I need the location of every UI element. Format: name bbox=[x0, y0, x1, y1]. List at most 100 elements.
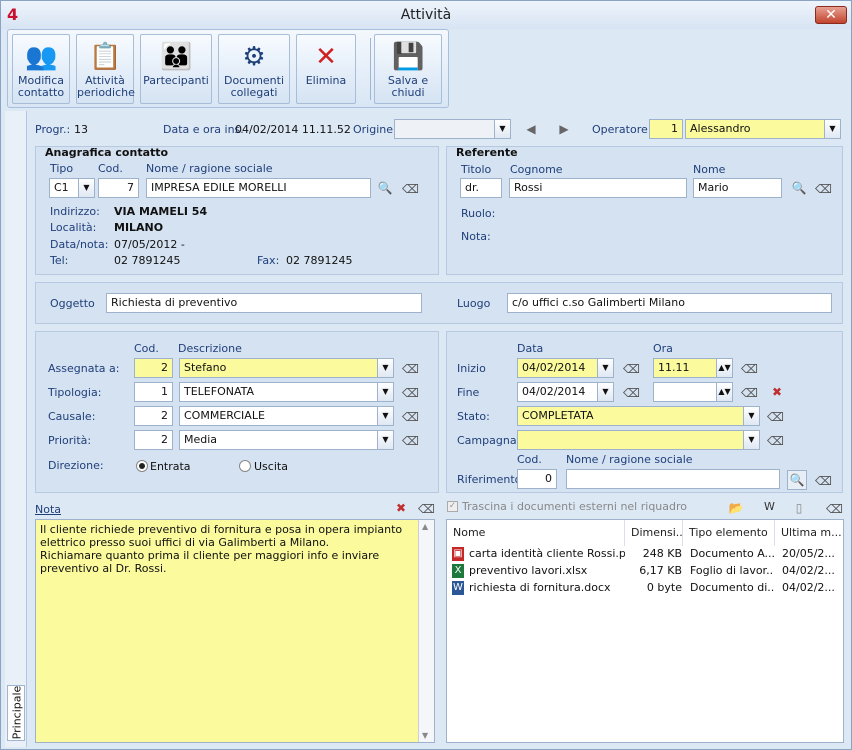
search-icon[interactable]: 🔍 bbox=[377, 180, 393, 196]
datanota-label: Data/nota: bbox=[50, 238, 109, 251]
origine-select[interactable]: ▼ bbox=[394, 119, 511, 139]
save-disk-icon: 💾 bbox=[392, 42, 425, 72]
cod-field[interactable]: 7 bbox=[98, 178, 139, 198]
document-icon[interactable]: ▯ bbox=[791, 500, 807, 516]
assegnata-code-field[interactable]: 2 bbox=[134, 358, 173, 378]
eraser-icon[interactable]: ⌫ bbox=[826, 502, 843, 516]
cognome-header: Cognome bbox=[510, 163, 563, 176]
inizio-data-field[interactable]: 04/02/2014 ▼ bbox=[517, 358, 614, 378]
tipologia-select[interactable]: TELEFONATA ▼ bbox=[179, 382, 394, 402]
titolo-field[interactable]: dr. bbox=[460, 178, 502, 198]
chevron-down-icon: ▼ bbox=[494, 120, 510, 138]
referente-title: Referente bbox=[456, 146, 518, 159]
eraser-icon[interactable]: ⌫ bbox=[418, 502, 435, 516]
oggetto-label: Oggetto bbox=[50, 297, 95, 310]
contact-icon: 👥 bbox=[25, 42, 58, 72]
riferimento-label: Riferimento bbox=[457, 473, 522, 486]
folder-icon[interactable]: 📂 bbox=[728, 500, 744, 516]
eraser-icon[interactable]: ⌫ bbox=[815, 474, 832, 488]
file-name: carta identità cliente Rossi.pdf bbox=[469, 547, 625, 560]
salva-chiudi-button[interactable]: 💾 Salva e chiudi bbox=[374, 34, 442, 104]
attivita-periodiche-button[interactable]: 📋 Attività periodiche bbox=[76, 34, 135, 104]
chevron-down-icon: ▼ bbox=[597, 383, 613, 401]
close-button[interactable]: ✕ bbox=[815, 6, 847, 24]
tipologia-code-field[interactable]: 1 bbox=[134, 382, 173, 402]
arrow-forward-icon[interactable]: ▶ bbox=[556, 121, 572, 137]
stato-select[interactable]: COMPLETATA ▼ bbox=[517, 406, 760, 426]
inizio-ora-field[interactable]: 11.11 ▲▼ bbox=[653, 358, 733, 378]
nota-textarea[interactable]: Il cliente richiede preventivo di fornit… bbox=[35, 519, 435, 743]
file-name: preventivo lavori.xlsx bbox=[469, 564, 588, 577]
eraser-icon[interactable]: ⌫ bbox=[402, 182, 419, 196]
eraser-icon[interactable]: ⌫ bbox=[402, 434, 419, 448]
localita-value: MILANO bbox=[114, 221, 164, 234]
campagna-select[interactable]: ▼ bbox=[517, 430, 760, 450]
elimina-button[interactable]: ✕ Elimina bbox=[296, 34, 356, 104]
causale-select[interactable]: COMMERCIALE ▼ bbox=[179, 406, 394, 426]
nome-field[interactable]: IMPRESA EDILE MORELLI bbox=[146, 178, 371, 198]
ora-header: Ora bbox=[653, 342, 673, 355]
eraser-icon[interactable]: ⌫ bbox=[623, 362, 640, 376]
col-tipo[interactable]: Tipo elemento bbox=[683, 520, 775, 546]
fine-data-field[interactable]: 04/02/2014 ▼ bbox=[517, 382, 614, 402]
eraser-icon[interactable]: ⌫ bbox=[767, 434, 784, 448]
tab-principale[interactable]: Principale bbox=[7, 685, 25, 741]
riferimento-code-field[interactable]: 0 bbox=[517, 469, 557, 489]
uscita-radio[interactable] bbox=[239, 460, 251, 472]
riferimento-nome-field[interactable] bbox=[566, 469, 780, 489]
fine-ora-field[interactable]: ▲▼ bbox=[653, 382, 733, 402]
spinner-icon[interactable]: ▲▼ bbox=[716, 359, 732, 377]
assegnazione-cod-header: Cod. bbox=[134, 342, 159, 355]
nota-scrollbar[interactable]: ▲ ▼ bbox=[418, 520, 434, 742]
word-button[interactable]: W bbox=[764, 500, 775, 513]
causale-code-field[interactable]: 2 bbox=[134, 406, 173, 426]
eraser-icon[interactable]: ⌫ bbox=[402, 386, 419, 400]
eraser-icon[interactable]: ⌫ bbox=[767, 410, 784, 424]
file-size: 248 KB bbox=[642, 547, 682, 560]
priorita-select[interactable]: Media ▼ bbox=[179, 430, 394, 450]
delete-x-icon: ✕ bbox=[315, 42, 337, 72]
col-ultima-modifica[interactable]: Ultima m... bbox=[775, 520, 845, 546]
eraser-icon[interactable]: ⌫ bbox=[741, 386, 758, 400]
priorita-code-field[interactable]: 2 bbox=[134, 430, 173, 450]
table-row[interactable]: Xpreventivo lavori.xlsx 6,17 KB Foglio d… bbox=[452, 562, 842, 580]
cognome-field[interactable]: Rossi bbox=[509, 178, 687, 198]
eraser-icon[interactable]: ⌫ bbox=[741, 362, 758, 376]
file-type: Documento A... bbox=[690, 547, 774, 560]
ref-nome-field[interactable]: Mario bbox=[693, 178, 782, 198]
operatore-select[interactable]: Alessandro ▼ bbox=[685, 119, 841, 139]
search-icon[interactable]: 🔍 bbox=[791, 180, 807, 196]
assegnata-select[interactable]: Stefano ▼ bbox=[179, 358, 394, 378]
documenti-collegati-button[interactable]: ⚙ Documenti collegati bbox=[218, 34, 290, 104]
search-icon[interactable]: 🔍 bbox=[787, 470, 807, 490]
eraser-icon[interactable]: ⌫ bbox=[402, 362, 419, 376]
arrow-back-icon[interactable]: ◀ bbox=[523, 121, 539, 137]
col-dimensione[interactable]: Dimensi... bbox=[625, 520, 683, 546]
eraser-icon[interactable]: ⌫ bbox=[402, 410, 419, 424]
oggetto-panel: Oggetto Richiesta di preventivo Luogo c/… bbox=[35, 282, 843, 324]
assegnata-value: Stefano bbox=[184, 361, 227, 374]
title-bar: 4 Attività ✕ bbox=[1, 1, 851, 29]
col-nome[interactable]: Nome bbox=[447, 520, 625, 546]
documents-list[interactable]: Nome Dimensi... Tipo elemento Ultima m..… bbox=[446, 519, 844, 743]
oggetto-field[interactable]: Richiesta di preventivo bbox=[106, 293, 422, 313]
toolbar: 👥 Modifica contatto 📋 Attività periodiche … bbox=[7, 29, 449, 108]
table-row[interactable]: ▣ carta identità cliente Rossi.pdf 248 KB… bbox=[452, 545, 842, 563]
trascina-checkbox[interactable]: ✓ bbox=[447, 501, 458, 512]
luogo-field[interactable]: c/o uffici c.so Galimberti Milano bbox=[507, 293, 832, 313]
calendar-clear-icon[interactable]: ✖ bbox=[769, 384, 785, 400]
tipo-select[interactable]: C1 ▼ bbox=[49, 178, 95, 198]
eraser-icon[interactable]: ⌫ bbox=[815, 182, 832, 196]
entrata-radio[interactable] bbox=[136, 460, 148, 472]
file-name: richiesta di fornitura.docx bbox=[469, 581, 611, 594]
tipologia-label: Tipologia: bbox=[48, 386, 102, 399]
eraser-icon[interactable]: ⌫ bbox=[623, 386, 640, 400]
operatore-code-field[interactable]: 1 bbox=[649, 119, 683, 139]
partecipanti-button[interactable]: 👪 Partecipanti bbox=[140, 34, 212, 104]
riferimento-nome-header: Nome / ragione sociale bbox=[566, 453, 693, 466]
table-row[interactable]: Wrichiesta di fornitura.docx 0 byte Docu… bbox=[452, 579, 842, 597]
calendar-clear-icon[interactable]: ✖ bbox=[393, 500, 409, 516]
spinner-icon[interactable]: ▲▼ bbox=[716, 383, 732, 401]
modifica-contatto-button[interactable]: 👥 Modifica contatto bbox=[12, 34, 70, 104]
causale-value: COMMERCIALE bbox=[184, 409, 265, 422]
